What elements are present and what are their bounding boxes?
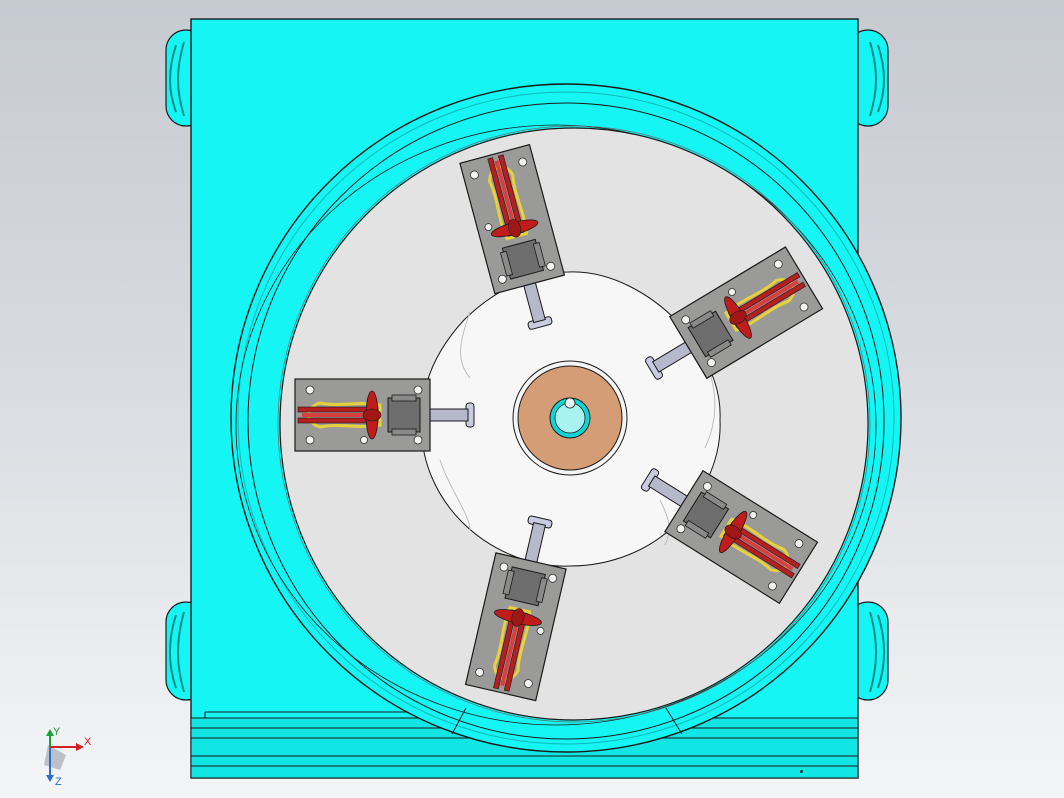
coordinate-triad: X Y Z (44, 726, 92, 785)
viewport-marker (800, 770, 803, 773)
y-axis-label: Y (53, 726, 61, 738)
x-axis-label: X (84, 736, 92, 748)
center-bushing[interactable] (512, 360, 628, 476)
graphics-viewport[interactable]: X Y Z (0, 0, 1064, 798)
fixture-model[interactable] (0, 0, 1064, 798)
z-axis-label: Z (55, 776, 62, 785)
